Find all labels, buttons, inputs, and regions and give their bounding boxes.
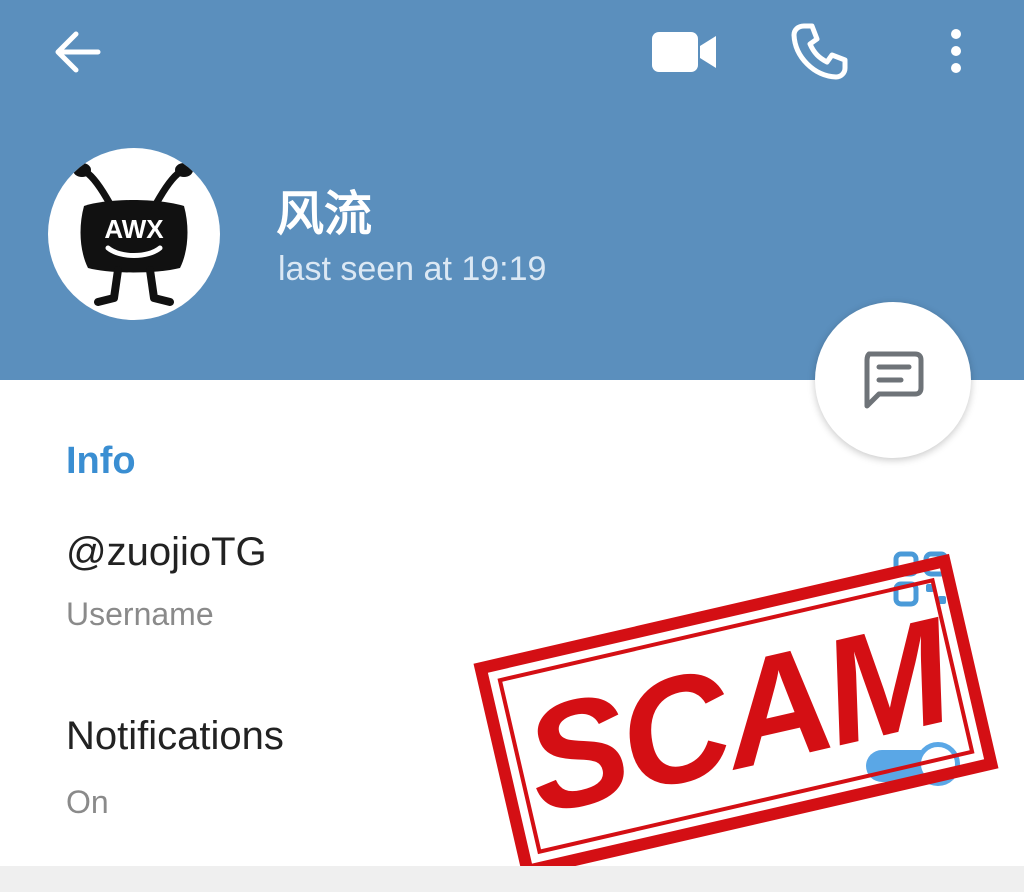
notifications-value: On <box>66 784 109 820</box>
avatar[interactable]: AWX <box>48 148 220 320</box>
section-divider <box>0 866 1024 892</box>
video-call-button[interactable] <box>650 28 718 76</box>
username-value[interactable]: @zuojioTG <box>66 530 267 575</box>
back-button[interactable] <box>50 24 106 80</box>
tv-robot-logo: AWX <box>73 163 193 306</box>
phone-icon <box>791 23 848 80</box>
message-icon <box>864 351 924 409</box>
send-message-button[interactable] <box>815 302 971 458</box>
username-label: Username <box>66 596 214 632</box>
profile-status: last seen at 19:19 <box>278 250 547 288</box>
voice-call-button[interactable] <box>790 22 848 80</box>
more-vertical-icon <box>951 29 961 73</box>
more-options-button[interactable] <box>940 24 972 80</box>
avatar-text: AWX <box>104 214 164 244</box>
profile-name: 风流 <box>276 188 373 241</box>
video-camera-icon <box>652 32 716 72</box>
notifications-label: Notifications <box>66 714 284 758</box>
arrow-left-icon <box>55 31 101 73</box>
info-section-title: Info <box>66 440 136 482</box>
